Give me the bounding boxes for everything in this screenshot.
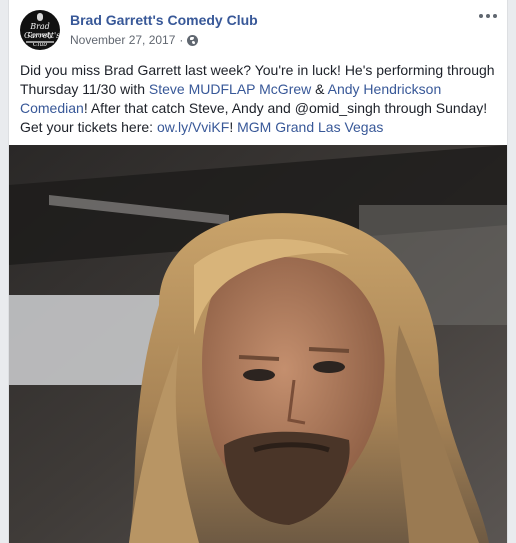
post-header: Brad Garrett's Comedy Club Brad Garrett'… [20,10,497,54]
post-card: Brad Garrett's Comedy Club Brad Garrett'… [8,0,508,543]
post-meta: November 27, 2017 · [70,33,199,47]
post-text: Did you miss Brad Garrett last week? You… [20,61,502,137]
post-text-part-4: ! [229,119,238,135]
post-timestamp[interactable]: November 27, 2017 [70,33,175,47]
tag-mgm-grand[interactable]: MGM Grand Las Vegas [237,119,383,135]
post-photo[interactable] [9,145,507,543]
microphone-icon [37,13,43,21]
more-options-icon[interactable] [479,14,497,18]
globe-icon[interactable] [187,34,199,46]
avatar-logo-text-2: Comedy Club [27,32,53,48]
tag-steve-mudflap-mcgrew[interactable]: Steve MUDFLAP McGrew [149,81,311,97]
ticket-link[interactable]: ow.ly/VviKF [157,119,229,135]
page-name-link[interactable]: Brad Garrett's Comedy Club [70,12,258,28]
photo-illustration [9,145,507,543]
avatar-logo-underline [26,41,54,43]
post-text-part-2: & [311,81,328,97]
meta-separator: · [179,33,184,47]
avatar[interactable]: Brad Garrett's Comedy Club [20,10,60,50]
